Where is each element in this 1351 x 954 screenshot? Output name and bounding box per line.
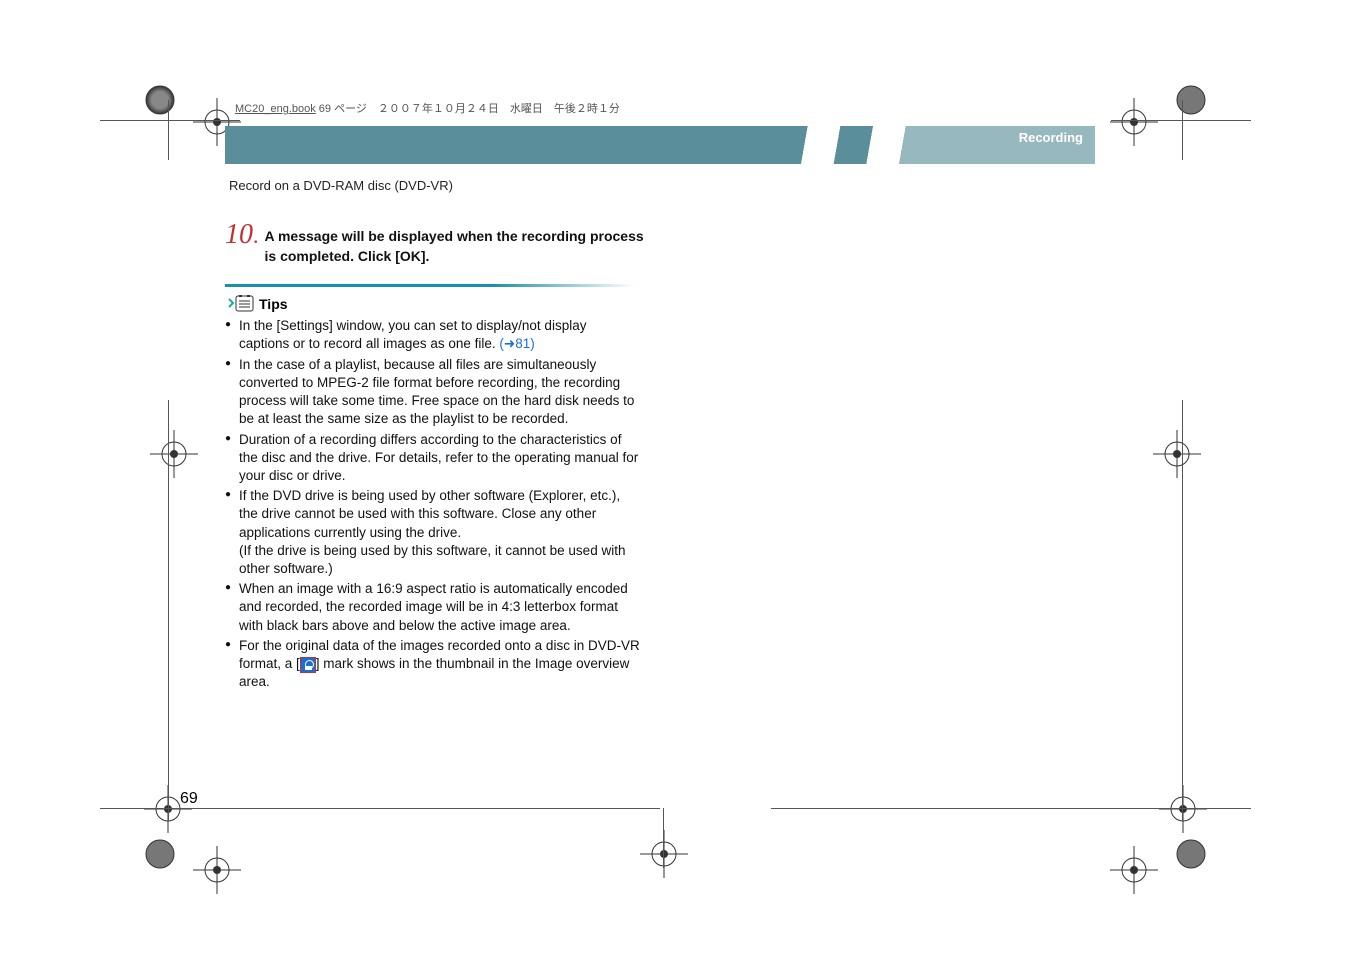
- tips-list: In the [Settings] window, you can set to…: [225, 317, 640, 691]
- page-content: MC20_eng.book 69 ページ ２００７年１０月２４日 水曜日 午後２…: [225, 100, 1095, 694]
- page-number: 69: [180, 790, 198, 808]
- step-number-dot: .: [253, 223, 259, 248]
- book-name: MC20_eng.book: [235, 103, 316, 115]
- crosshair-icon: [1110, 846, 1158, 894]
- tips-header: Tips: [227, 295, 1095, 313]
- page-reference-link[interactable]: (➜81): [499, 336, 534, 351]
- guide-line: [1182, 100, 1183, 160]
- tip-text: In the case of a playlist, because all f…: [239, 357, 634, 427]
- step-number: 10.: [225, 221, 259, 249]
- tip-text: Duration of a recording differs accordin…: [239, 432, 638, 483]
- crosshair-icon: [150, 430, 198, 478]
- reg-mark-icon: [140, 834, 180, 874]
- crosshair-icon: [640, 830, 688, 878]
- guide-line: [1111, 120, 1251, 121]
- tip-text: If the DVD drive is being used by other …: [239, 488, 620, 539]
- reg-mark-icon: [1171, 834, 1211, 874]
- guide-line: [168, 400, 169, 820]
- section-banner: Recording: [225, 126, 1095, 164]
- guide-line: [100, 808, 660, 809]
- list-item: Duration of a recording differs accordin…: [225, 431, 640, 486]
- tips-icon: [227, 295, 255, 313]
- crosshair-icon: [193, 846, 241, 894]
- guide-line: [100, 120, 240, 121]
- list-item: In the case of a playlist, because all f…: [225, 356, 640, 429]
- list-item: For the original data of the images reco…: [225, 637, 640, 692]
- guide-line: [168, 100, 169, 160]
- list-item: When an image with a 16:9 aspect ratio i…: [225, 580, 640, 635]
- reg-mark-icon: [1171, 80, 1211, 120]
- guide-line: [771, 808, 1251, 809]
- breadcrumb-subtitle: Record on a DVD-RAM disc (DVD-VR): [229, 178, 1095, 193]
- dvd-vr-mark-icon: [300, 657, 316, 673]
- guide-line: [1182, 400, 1183, 820]
- crop-header: MC20_eng.book 69 ページ ２００７年１０月２４日 水曜日 午後２…: [235, 100, 1095, 116]
- tip-text: When an image with a 16:9 aspect ratio i…: [239, 581, 628, 632]
- guide-line: [663, 808, 664, 868]
- step-number-value: 10: [225, 219, 253, 250]
- divider: [225, 284, 635, 287]
- crosshair-icon: [1159, 785, 1207, 833]
- list-item: In the [Settings] window, you can set to…: [225, 317, 640, 353]
- step-text: A message will be displayed when the rec…: [265, 221, 656, 266]
- crosshair-icon: [1153, 430, 1201, 478]
- step-row: 10. A message will be displayed when the…: [225, 221, 655, 266]
- crosshair-icon: [1110, 98, 1158, 146]
- list-item: If the DVD drive is being used by other …: [225, 487, 640, 578]
- page-info: 69 ページ ２００７年１０月２４日 水曜日 午後２時１分: [319, 103, 620, 115]
- tip-text-extra: (If the drive is being used by this soft…: [239, 543, 625, 576]
- reg-mark-icon: [140, 80, 180, 120]
- section-label: Recording: [1019, 130, 1083, 145]
- tips-label: Tips: [259, 296, 288, 312]
